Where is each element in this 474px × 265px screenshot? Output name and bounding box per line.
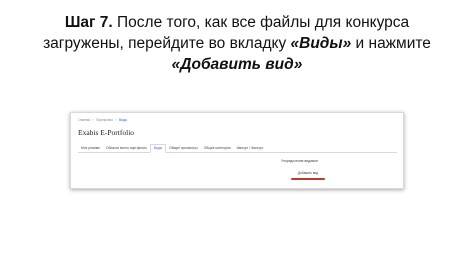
title-line-3: «Добавить вид» — [0, 54, 474, 75]
tab-portfolio-areas[interactable]: Области моего портфолио — [103, 146, 150, 152]
tab-views[interactable]: Виды — [149, 144, 167, 153]
tab-bar: Мое резюме Области моего портфолио Виды … — [78, 143, 397, 153]
tab-shared-views[interactable]: Общие просмотры — [166, 146, 201, 152]
tab-my-resume[interactable]: Мое резюме — [78, 146, 103, 152]
tab-shared-categories[interactable]: Общие категории — [201, 146, 234, 152]
tab-import-export[interactable]: Импорт / Экспорт — [234, 146, 267, 152]
add-view-button[interactable]: Добавить вид — [293, 170, 323, 177]
title-line-2: загружены, перейдите во вкладку «Виды» и… — [0, 33, 474, 54]
slide-title: Шаг 7. После того, как все файлы для кон… — [0, 12, 474, 75]
embedded-screenshot: Главная › Портфолио › Виды Exabis E-Portfo… — [70, 112, 404, 189]
step-label: Шаг 7. — [64, 14, 113, 31]
highlight-underline — [291, 178, 325, 180]
title-line-1: Шаг 7. После того, как все файлы для кон… — [0, 12, 474, 33]
add-view-mention: «Добавить вид» — [171, 56, 303, 73]
views-tab-mention: «Виды» — [290, 35, 352, 52]
breadcrumb-portfolio[interactable]: Портфолио — [96, 118, 113, 122]
title-line-2-text: загружены, перейдите во вкладку — [43, 35, 291, 52]
title-line-2-tail: и нажмите — [351, 35, 431, 52]
ordering-link[interactable]: Упорядочение видимое — [281, 159, 318, 163]
title-line-1-text: После того, как все файлы для конкурса — [112, 14, 410, 31]
breadcrumb: Главная › Портфолио › Виды — [78, 118, 128, 122]
breadcrumb-views: Виды — [119, 118, 128, 122]
breadcrumb-home[interactable]: Главная — [78, 118, 90, 122]
app-title: Exabis E-Portfolio — [78, 128, 135, 137]
